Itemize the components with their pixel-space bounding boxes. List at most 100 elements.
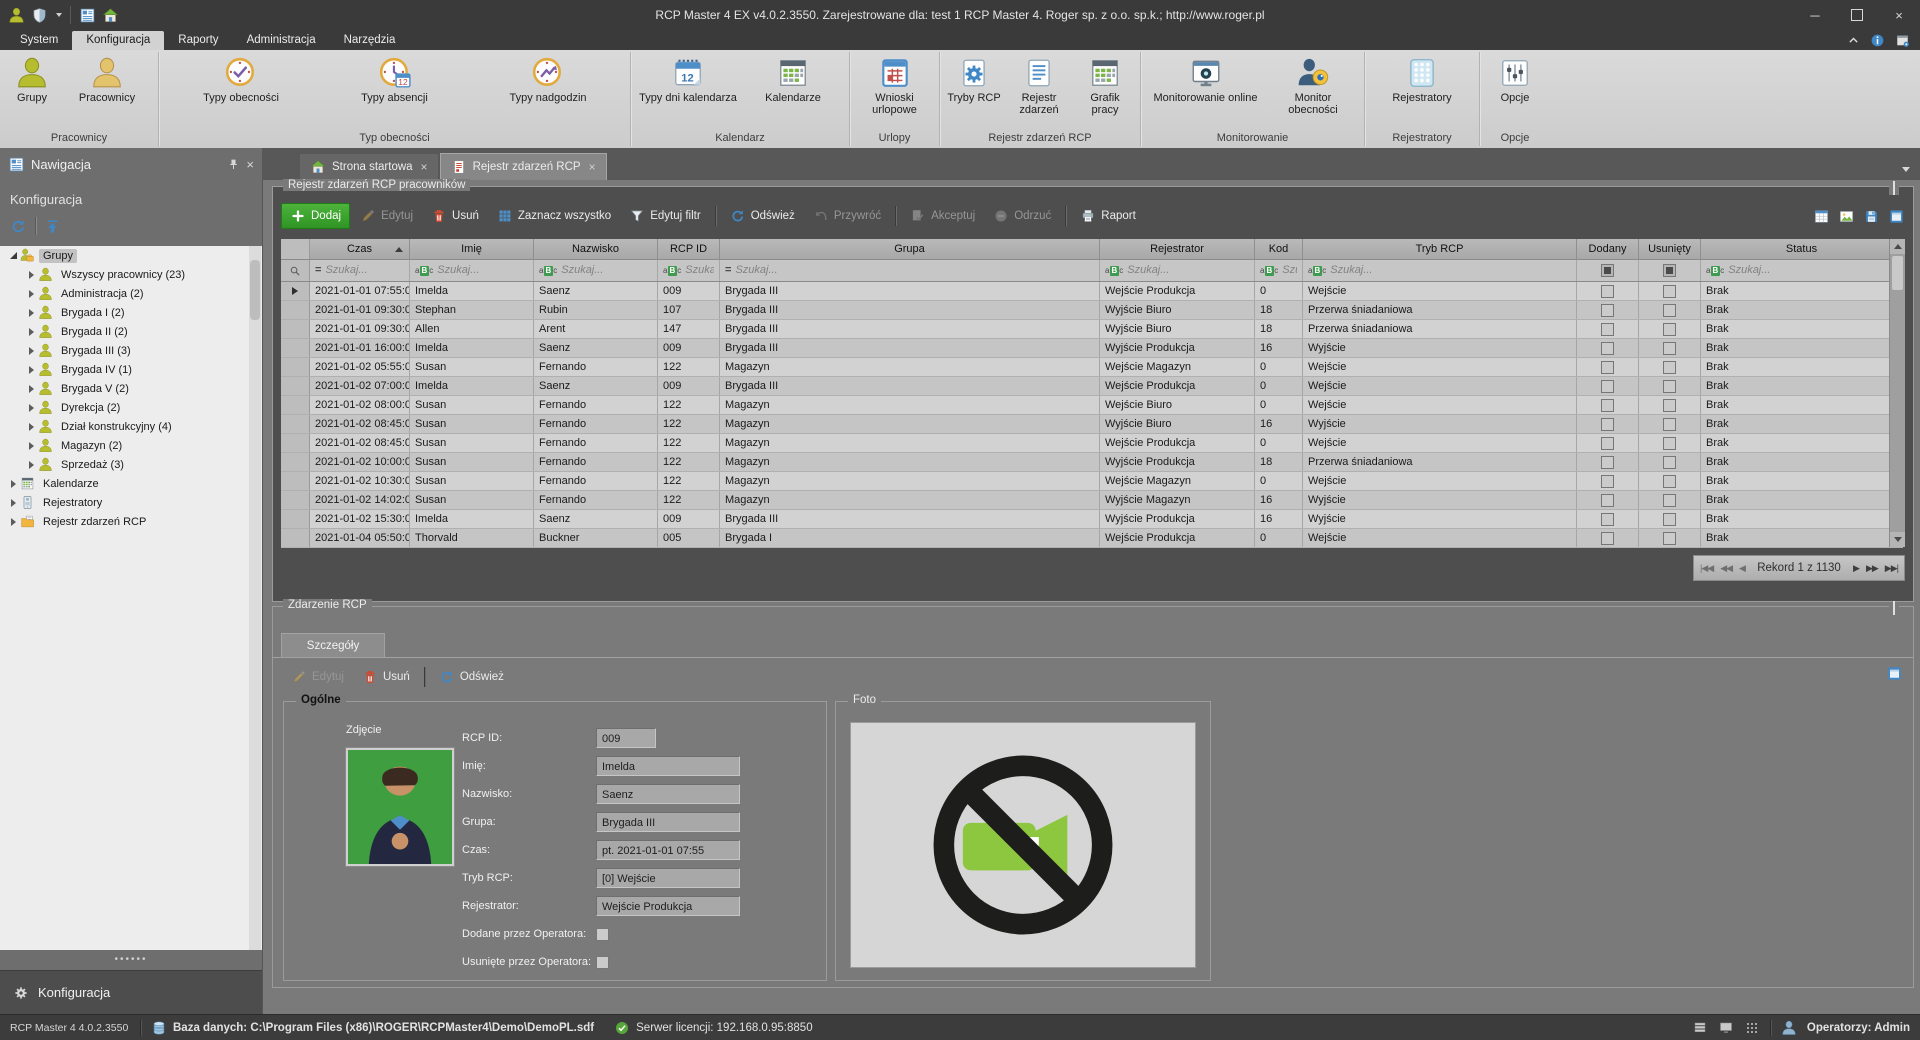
ribbon-button-wnioski-urlopowe[interactable]: Wnioski urlopowe <box>854 52 935 128</box>
grid-row[interactable]: 2021-01-02 10:30:00SusanFernando122Magaz… <box>281 472 1903 491</box>
grid-row[interactable]: 2021-01-02 14:02:00SusanFernando122Magaz… <box>281 491 1903 510</box>
doc-tab-strona-startowa[interactable]: Strona startowa× <box>300 154 438 180</box>
grid-row[interactable]: 2021-01-01 09:30:00StephanRubin107Brygad… <box>281 301 1903 320</box>
field-value-czas[interactable]: pt. 2021-01-01 07:55 <box>596 840 740 860</box>
filter-czas[interactable]: =Szukaj... <box>310 260 410 281</box>
ribbon-button-monitor-obecnosci[interactable]: Monitor obecności <box>1266 52 1360 128</box>
panel-splitter[interactable]: •••••• <box>0 954 262 965</box>
field-checkbox-dodane-przez-operatora[interactable] <box>596 928 609 941</box>
grid-row[interactable]: 2021-01-02 08:45:00SusanFernando122Magaz… <box>281 434 1903 453</box>
tree-item-grupy[interactable]: Grupy <box>0 246 262 265</box>
toolbar-button-odswiez[interactable]: Odśwież <box>431 665 512 689</box>
filter-kod[interactable]: aBcSzukaj... <box>1255 260 1303 281</box>
grid-row[interactable]: 2021-01-02 05:55:00SusanFernando122Magaz… <box>281 358 1903 377</box>
column-header-czas[interactable]: Czas <box>310 239 410 260</box>
shield-icon[interactable] <box>31 7 48 24</box>
info-icon[interactable] <box>1870 33 1885 48</box>
column-header-imie[interactable]: Imię <box>410 239 534 260</box>
window-layout-icon[interactable] <box>1895 33 1910 48</box>
tree-item-dyrekcja-2[interactable]: Dyrekcja (2) <box>0 398 262 417</box>
doc-tab-rejestr-zdarzen-rcp[interactable]: Rejestr zdarzeń RCP× <box>440 153 607 180</box>
last-record-button[interactable]: ▶▶| <box>1885 563 1898 574</box>
filter-rcp-id[interactable]: aBcSzukaj... <box>658 260 720 281</box>
tree-item-rejestratory[interactable]: Rejestratory <box>0 493 262 512</box>
minimize-button[interactable]: ─ <box>1794 0 1836 30</box>
first-record-button[interactable]: |◀◀ <box>1700 563 1713 574</box>
ribbon-button-rejestratory[interactable]: Rejestratory <box>1369 52 1475 128</box>
filter-dodany[interactable] <box>1577 260 1639 281</box>
tree-item-dzial-konstrukcyjny-4[interactable]: Dział konstrukcyjny (4) <box>0 417 262 436</box>
tab-szczegoly[interactable]: Szczegóły <box>281 633 385 657</box>
field-value-rcp-id[interactable]: 009 <box>596 728 656 748</box>
tree-item-brygada-i-2[interactable]: Brygada I (2) <box>0 303 262 322</box>
panel-blue-icon[interactable] <box>1888 208 1905 225</box>
tree-item-brygada-iv-1[interactable]: Brygada IV (1) <box>0 360 262 379</box>
tree-item-administracja-2[interactable]: Administracja (2) <box>0 284 262 303</box>
filter-status[interactable]: aBcSzukaj... <box>1701 260 1903 281</box>
ribbon-button-pracownicy[interactable]: Pracownicy <box>60 52 154 128</box>
close-button[interactable]: × <box>1878 0 1920 30</box>
prev-record-button[interactable]: ◀ <box>1739 563 1745 574</box>
nav-list-icon[interactable] <box>79 7 96 24</box>
filter-rejestrator[interactable]: aBcSzukaj... <box>1100 260 1255 281</box>
filter-grupa[interactable]: =Szukaj... <box>720 260 1100 281</box>
ribbon-tab-konfiguracja[interactable]: Konfiguracja <box>72 31 164 50</box>
detail-help-icon[interactable] <box>1886 665 1903 682</box>
tree-item-rejestr-zdarzen-rcp[interactable]: Rejestr zdarzeń RCP <box>0 512 262 531</box>
ribbon-button-tryby-rcp[interactable]: Tryby RCP <box>944 52 1004 128</box>
toolbar-button-zaznacz-wszystko[interactable]: Zaznacz wszystko <box>489 204 619 228</box>
grid-row[interactable]: 2021-01-02 08:00:00SusanFernando122Magaz… <box>281 396 1903 415</box>
toolbar-button-usun[interactable]: Usuń <box>354 665 418 689</box>
column-header-rejestrator[interactable]: Rejestrator <box>1100 239 1255 260</box>
toolbar-button-usun[interactable]: Usuń <box>423 204 487 228</box>
filter-imie[interactable]: aBcSzukaj... <box>410 260 534 281</box>
pin-icon[interactable] <box>227 158 240 171</box>
maximize-button[interactable] <box>1836 0 1878 30</box>
save-icon[interactable] <box>1863 208 1880 225</box>
sidebar-bottom-bar[interactable]: Konfiguracja <box>0 970 262 1014</box>
close-tab-icon[interactable]: × <box>421 160 428 174</box>
tree-item-wszyscy-pracownicy-23[interactable]: Wszyscy pracownicy (23) <box>0 265 262 284</box>
home-icon[interactable] <box>102 7 119 24</box>
ribbon-button-kalendarze[interactable]: Kalendarze <box>741 52 845 128</box>
column-header-rcp-id[interactable]: RCP ID <box>658 239 720 260</box>
ribbon-tab-narzedzia[interactable]: Narzędzia <box>330 31 410 50</box>
modules-icon[interactable] <box>1744 1020 1760 1036</box>
toolbar-button-odswiez[interactable]: Odśwież <box>722 204 803 228</box>
tree-item-sprzedaz-3[interactable]: Sprzedaż (3) <box>0 455 262 474</box>
collapse-all-icon[interactable] <box>44 218 61 235</box>
collapse-ribbon-icon[interactable] <box>1847 34 1860 47</box>
field-value-grupa[interactable]: Brygada III <box>596 812 740 832</box>
grid-row[interactable]: 2021-01-02 07:00:00ImeldaSaenz009Brygada… <box>281 377 1903 396</box>
grid-row[interactable]: 2021-01-04 05:50:00ThorvaldBuckner005Bry… <box>281 529 1903 548</box>
grid-row[interactable]: 2021-01-01 16:00:00ImeldaSaenz009Brygada… <box>281 339 1903 358</box>
image-icon[interactable] <box>1838 208 1855 225</box>
toolbar-button-dodaj[interactable]: Dodaj <box>281 203 350 229</box>
ribbon-button-grupy[interactable]: Grupy <box>4 52 60 128</box>
toolbar-button-raport[interactable]: Raport <box>1072 204 1144 228</box>
ribbon-button-opcje[interactable]: Opcje <box>1484 52 1546 128</box>
column-header-dodany[interactable]: Dodany <box>1577 239 1639 260</box>
filter-nazwisko[interactable]: aBcSzukaj... <box>534 260 658 281</box>
prev-page-button[interactable]: ◀◀ <box>1720 563 1732 574</box>
filter-tryb-rcp[interactable]: aBcSzukaj... <box>1303 260 1577 281</box>
ribbon-button-typy-absencji[interactable]: 12 Typy absencji <box>319 52 470 128</box>
close-panel-icon[interactable]: × <box>246 157 254 172</box>
person-green-icon[interactable] <box>8 7 25 24</box>
tree-item-brygada-ii-2[interactable]: Brygada II (2) <box>0 322 262 341</box>
field-value-rejestrator[interactable]: Wejście Produkcja <box>596 896 740 916</box>
grid-row[interactable]: 2021-01-02 15:30:00ImeldaSaenz009Brygada… <box>281 510 1903 529</box>
tree-item-magazyn-2[interactable]: Magazyn (2) <box>0 436 262 455</box>
toolbar-button-edytuj-filtr[interactable]: Edytuj filtr <box>621 204 709 228</box>
grid-row[interactable]: 2021-01-01 07:55:00ImeldaSaenz009Brygada… <box>281 282 1903 301</box>
field-value-nazwisko[interactable]: Saenz <box>596 784 740 804</box>
ribbon-tab-raporty[interactable]: Raporty <box>164 31 232 50</box>
grid-row[interactable]: 2021-01-01 09:30:00AllenArent147Brygada … <box>281 320 1903 339</box>
filter-usuniety[interactable] <box>1639 260 1701 281</box>
column-header-status[interactable]: Status <box>1701 239 1903 260</box>
tree-item-brygada-v-2[interactable]: Brygada V (2) <box>0 379 262 398</box>
ribbon-tab-system[interactable]: System <box>6 31 72 50</box>
tree-item-brygada-iii-3[interactable]: Brygada III (3) <box>0 341 262 360</box>
close-tab-icon[interactable]: × <box>589 160 596 174</box>
ribbon-button-rejestr-zdarzen[interactable]: Rejestr zdarzeń <box>1004 52 1074 128</box>
